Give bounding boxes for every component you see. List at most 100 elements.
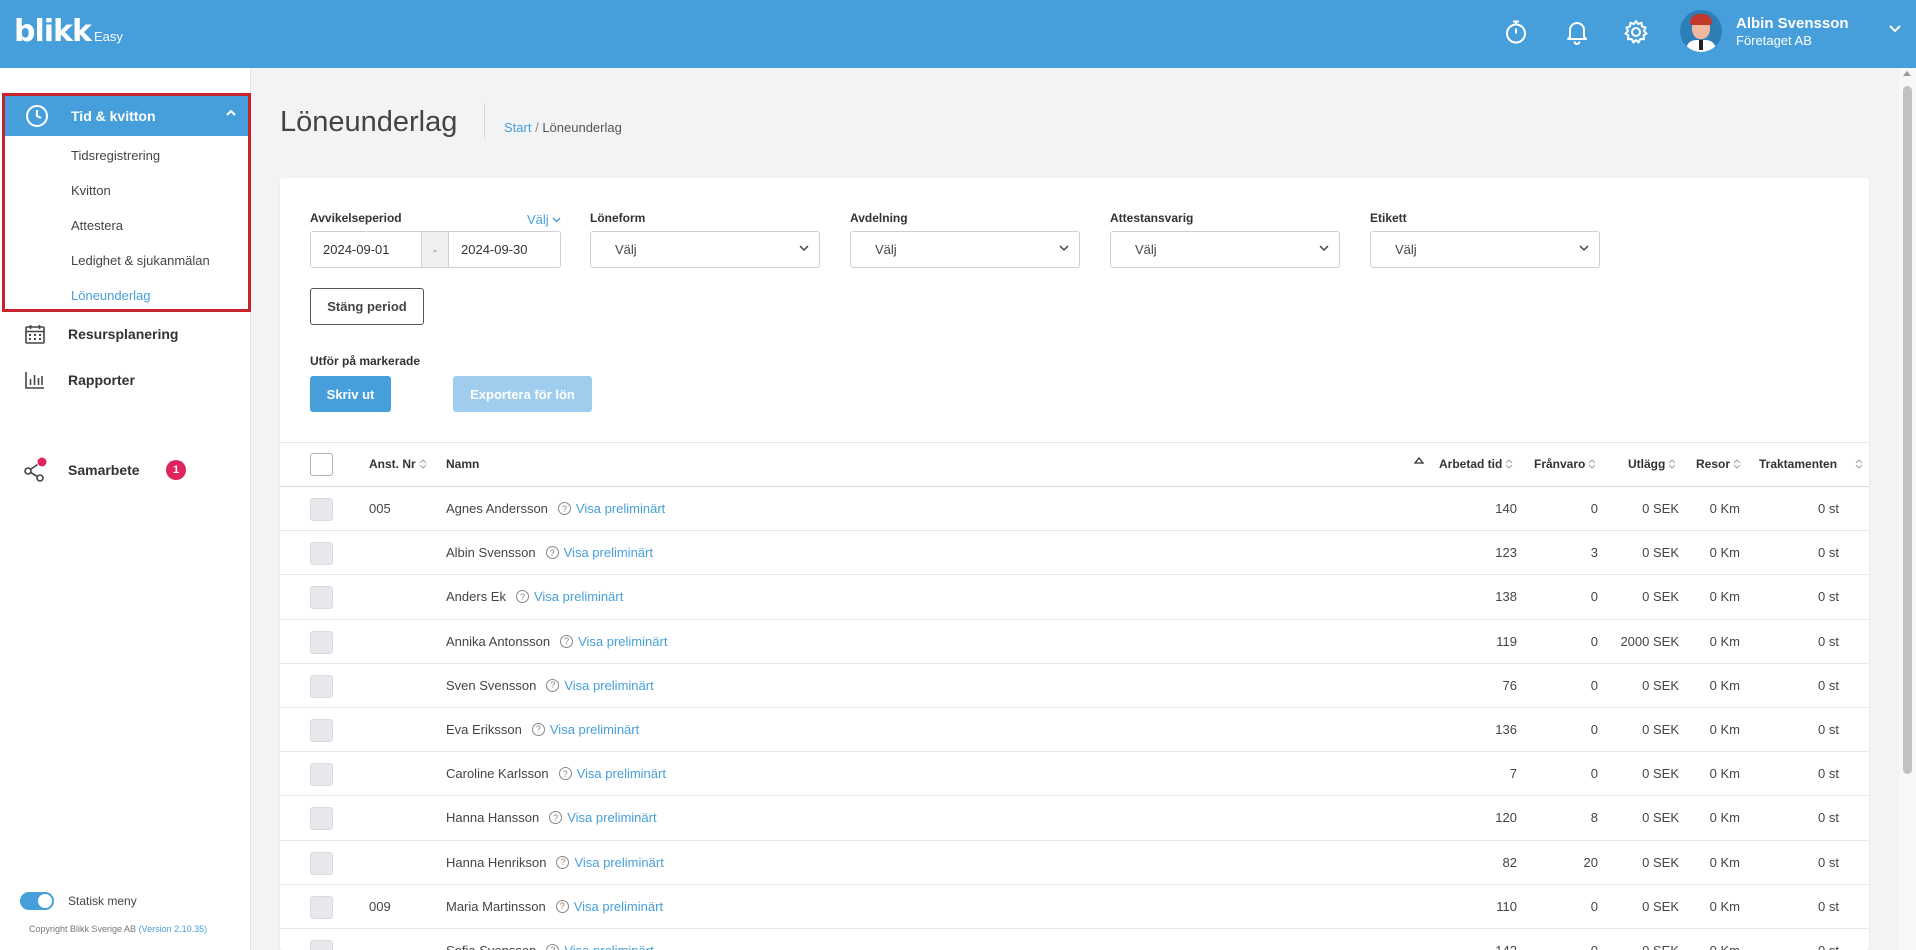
show-preliminary-link[interactable]: Visa preliminärt (567, 810, 656, 825)
column-header-traktamenten[interactable]: Traktamenten (1759, 457, 1837, 471)
sidebar-subitem-tidsregistrering[interactable]: Tidsregistrering (71, 148, 160, 163)
row-checkbox[interactable] (310, 807, 333, 831)
column-header-label: Arbetad tid (1439, 457, 1503, 471)
export-button[interactable]: Exportera för lön (453, 376, 592, 412)
column-header-namn[interactable]: Namn (446, 457, 479, 471)
cell-namn: Caroline Karlsson? Visa preliminärt (446, 766, 666, 781)
sidebar-subitem-loneunderlag[interactable]: Löneunderlag (71, 288, 151, 303)
cell-resor: 0 Km (1709, 677, 1740, 693)
employee-name: Hanna Henrikson (446, 854, 547, 870)
show-preliminary-link[interactable]: Visa preliminärt (564, 943, 653, 950)
bell-icon[interactable] (1560, 15, 1594, 49)
show-preliminary-link[interactable]: Visa preliminärt (564, 545, 653, 560)
sort-asc-icon[interactable] (1414, 457, 1424, 465)
help-icon[interactable]: ? (560, 634, 574, 648)
row-checkbox[interactable] (310, 498, 333, 521)
loneform-label: Löneform (590, 211, 646, 225)
version-link[interactable]: (Version 2.10.35) (139, 924, 208, 934)
etikett-select[interactable]: Välj (1370, 231, 1600, 268)
show-preliminary-link[interactable]: Visa preliminärt (574, 899, 663, 914)
column-header-franvaro[interactable]: Frånvaro (1534, 457, 1596, 471)
sidebar-item-tid-kvitton[interactable]: Tid & kvitton (5, 96, 248, 136)
show-preliminary-link[interactable]: Visa preliminärt (576, 501, 665, 516)
sidebar-subitem-attestera[interactable]: Attestera (71, 218, 123, 233)
sidebar-subitem-ledighet[interactable]: Ledighet & sjukanmälan (71, 253, 210, 268)
avdelning-select[interactable]: Välj (850, 231, 1080, 268)
help-icon[interactable]: ? (546, 678, 560, 692)
row-checkbox[interactable] (310, 763, 333, 787)
date-separator: - (421, 232, 449, 267)
static-menu-toggle[interactable] (20, 892, 54, 910)
cell-traktamenten: 0 st (1818, 589, 1839, 605)
breadcrumb-separator: / (531, 120, 543, 135)
help-icon[interactable]: ? (531, 722, 545, 736)
help-icon[interactable]: ? (556, 855, 570, 869)
date-from-input[interactable] (311, 232, 421, 267)
row-checkbox[interactable] (310, 851, 333, 875)
cell-arbetad-tid: 7 (1509, 766, 1517, 782)
show-preliminary-link[interactable]: Visa preliminärt (564, 678, 653, 693)
help-icon[interactable]: ? (555, 899, 569, 913)
sidebar-item-resursplanering[interactable]: Resursplanering (0, 316, 250, 352)
sort-icon[interactable] (1855, 458, 1863, 470)
sidebar-item-label: Samarbete (68, 462, 140, 478)
cell-utlagg: 0 SEK (1642, 501, 1679, 516)
sidebar-item-rapporter[interactable]: Rapporter (0, 362, 250, 398)
attestansvarig-select[interactable]: Välj (1110, 231, 1340, 268)
period-choose-dropdown[interactable]: Välj (527, 212, 561, 227)
sidebar-subitem-kvitton[interactable]: Kvitton (71, 183, 111, 198)
column-header-label: Frånvaro (1534, 457, 1586, 471)
gear-icon[interactable] (1619, 15, 1653, 49)
row-checkbox[interactable] (310, 718, 333, 742)
chevron-down-icon[interactable] (1888, 24, 1902, 34)
breadcrumb-current: Löneunderlag (542, 120, 622, 135)
row-checkbox[interactable] (310, 542, 333, 566)
help-icon[interactable]: ? (558, 767, 572, 781)
row-checkbox[interactable] (310, 630, 333, 654)
sidebar-item-label: Tid & kvitton (71, 108, 156, 124)
show-preliminary-link[interactable]: Visa preliminärt (577, 766, 666, 781)
show-preliminary-link[interactable]: Visa preliminärt (578, 634, 667, 649)
show-preliminary-link[interactable]: Visa preliminärt (534, 589, 623, 604)
cell-arbetad-tid: 110 (1496, 898, 1517, 914)
loneform-select[interactable]: Välj (590, 231, 820, 268)
cell-namn: Albin Svensson? Visa preliminärt (446, 545, 653, 560)
page-scrollbar[interactable] (1899, 68, 1916, 950)
scroll-thumb[interactable] (1903, 86, 1912, 774)
row-checkbox[interactable] (310, 895, 333, 919)
row-checkbox[interactable] (310, 586, 333, 610)
app-logo[interactable]: blikk Easy (14, 14, 123, 49)
show-preliminary-link[interactable]: Visa preliminärt (550, 722, 639, 737)
user-menu[interactable]: Albin Svensson Företaget AB (1680, 10, 1849, 52)
cell-resor: 0 Km (1709, 854, 1740, 870)
cell-resor: 0 Km (1709, 766, 1740, 782)
help-icon[interactable]: ? (546, 943, 560, 950)
select-all-checkbox[interactable] (310, 453, 333, 476)
sidebar-item-samarbete[interactable]: Samarbete 1 (0, 452, 250, 488)
column-header-utlagg[interactable]: Utlägg (1628, 457, 1676, 471)
breadcrumb-start[interactable]: Start (504, 120, 531, 135)
date-to-input[interactable] (449, 232, 560, 267)
table-row: Eva Eriksson? Visa preliminärt 136 0 0 SEK 0 … (280, 708, 1869, 753)
help-icon[interactable]: ? (515, 590, 529, 604)
print-button[interactable]: Skriv ut (310, 376, 391, 412)
show-preliminary-link[interactable]: Visa preliminärt (574, 855, 663, 870)
main-panel: Avvikelseperiod Välj - Löneform Välj Avd… (280, 178, 1869, 950)
row-checkbox[interactable] (310, 674, 333, 698)
clock-icon (26, 105, 48, 127)
help-icon[interactable]: ? (549, 811, 563, 825)
table-row: Albin Svensson? Visa preliminärt 123 3 0 SEK… (280, 531, 1869, 576)
help-icon[interactable]: ? (557, 502, 571, 515)
stopwatch-icon[interactable] (1499, 15, 1533, 49)
column-header-resor[interactable]: Resor (1696, 457, 1741, 471)
close-period-button[interactable]: Stäng period (310, 288, 424, 325)
sort-icon (1505, 459, 1513, 469)
bar-chart-icon (25, 372, 44, 389)
row-checkbox[interactable] (310, 939, 333, 950)
help-icon[interactable]: ? (545, 546, 559, 560)
scroll-up-arrow-icon[interactable] (1903, 71, 1911, 76)
column-header-arbetad-tid[interactable]: Arbetad tid (1439, 457, 1513, 471)
cell-traktamenten: 0 st (1818, 633, 1839, 649)
column-header-anst-nr[interactable]: Anst. Nr (369, 457, 427, 471)
cell-utlagg: 0 SEK (1642, 721, 1679, 737)
